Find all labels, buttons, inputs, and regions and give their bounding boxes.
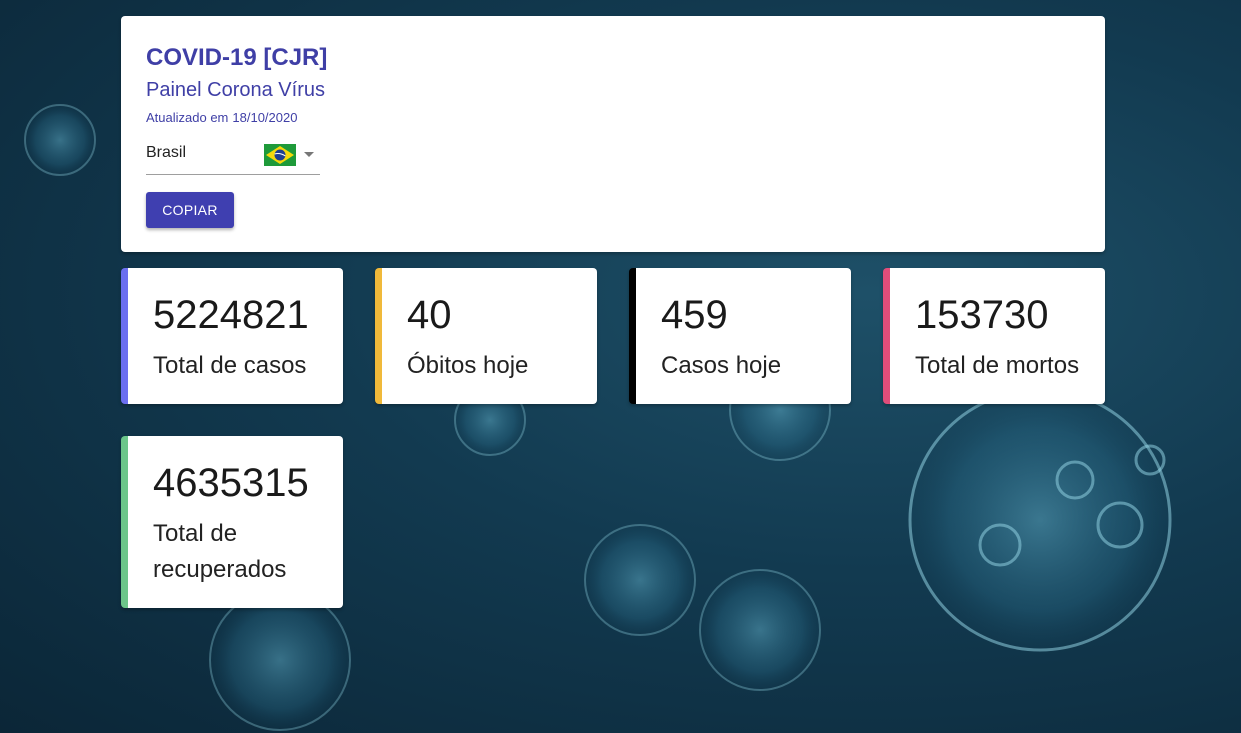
stat-value: 459 xyxy=(661,293,728,337)
page-subtitle: Painel Corona Vírus xyxy=(146,79,325,101)
updated-date: 18/10/2020 xyxy=(232,110,298,125)
stat-card-total-deaths: 153730 Total de mortos xyxy=(883,268,1105,404)
page-title: COVID-19 [CJR] xyxy=(146,44,328,71)
updated-text: Atualizado em 18/10/2020 xyxy=(146,110,1080,125)
stat-label: Total de mortos xyxy=(915,352,1080,379)
copy-button[interactable]: COPIAR xyxy=(146,192,234,228)
stat-value: 5224821 xyxy=(153,293,309,337)
chevron-down-icon xyxy=(304,152,314,157)
stat-card-total-cases: 5224821 Total de casos xyxy=(121,268,343,404)
stat-label: Óbitos hoje xyxy=(407,352,529,379)
stat-value: 4635315 xyxy=(153,461,309,505)
stat-card-cases-today: 459 Casos hoje xyxy=(629,268,851,404)
stat-label: Total de casos xyxy=(153,352,307,379)
country-select-value: Brasil xyxy=(146,144,187,161)
stat-card-total-recovered: 4635315 Total de recuperados xyxy=(121,436,343,608)
header-card: COVID-19 [CJR] Painel Corona Vírus Atual… xyxy=(121,16,1105,252)
stat-card-deaths-today: 40 Óbitos hoje xyxy=(375,268,597,404)
brazil-flag-icon xyxy=(264,144,296,166)
stat-label: Casos hoje xyxy=(661,352,782,379)
stat-value: 40 xyxy=(407,293,452,337)
stat-value: 153730 xyxy=(915,293,1049,337)
updated-label: Atualizado em xyxy=(146,110,229,125)
stat-label: Total de recuperados xyxy=(153,520,287,583)
country-select[interactable]: Brasil xyxy=(146,140,320,175)
